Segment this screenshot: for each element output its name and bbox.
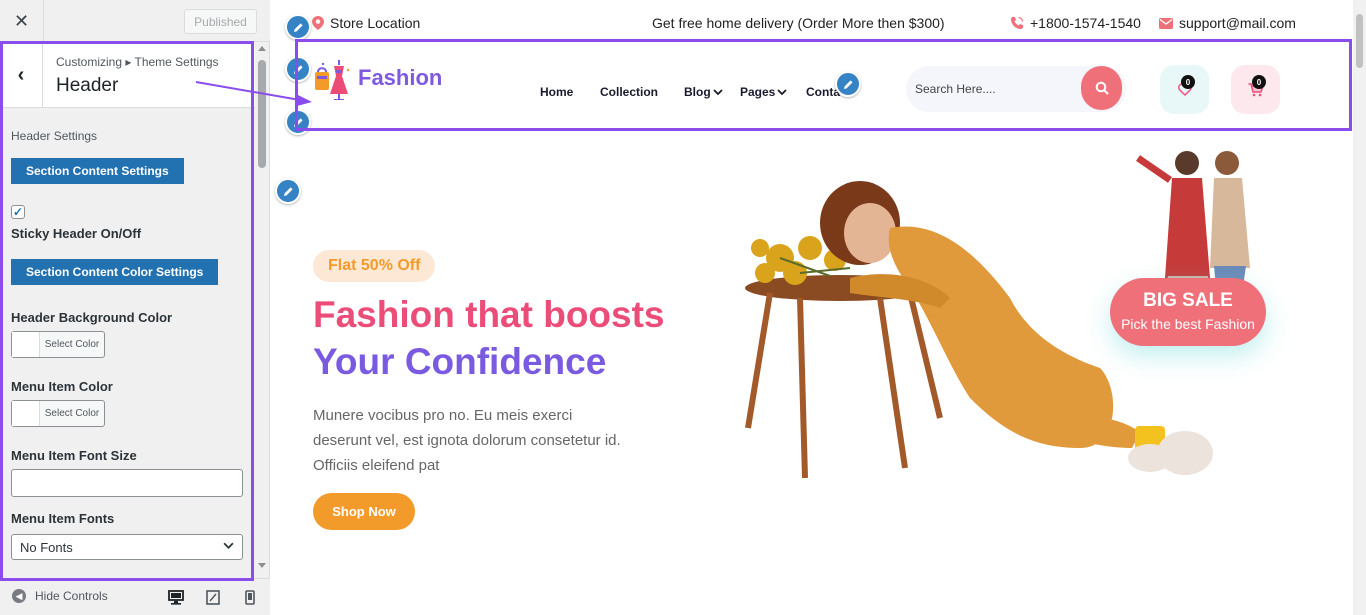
email-link[interactable]: support@mail.com [1159,15,1296,31]
section-heading: Header Settings [11,129,98,143]
preview-scrollbar[interactable] [1353,0,1366,615]
desktop-preview-icon[interactable] [166,587,186,607]
cart-count-badge: 0 [1252,75,1266,89]
sticky-header-checkbox[interactable]: ✓ [11,205,25,219]
chevron-down-icon [777,89,787,96]
shop-now-button[interactable]: Shop Now [313,493,415,530]
header-bg-color-label: Header Background Color [11,310,173,325]
menu-item-font-size-label: Menu Item Font Size [11,448,137,463]
customizer-footer: ◀ Hide Controls [0,578,270,615]
scroll-down-icon[interactable] [258,563,266,568]
promo-text: Get free home delivery (Order More then … [652,15,945,31]
cart-button[interactable]: 0 [1231,65,1280,114]
store-location-text: Store Location [330,15,421,31]
sticky-header-label: Sticky Header On/Off [11,226,142,241]
dress-logo-icon [315,60,350,100]
panel-title: Header [56,75,119,96]
discount-badge: Flat 50% Off [313,250,436,282]
menu-item-color-label: Menu Item Color [11,379,113,394]
back-chevron-icon[interactable]: ‹ [0,42,43,108]
big-sale-badge: BIG SALE Pick the best Fashion [1110,278,1266,346]
close-icon[interactable]: ✕ [0,0,44,42]
nav-pages[interactable]: Pages [740,85,787,99]
menu-item-fonts-select[interactable]: No Fonts [11,534,243,560]
big-sale-subtitle: Pick the best Fashion [1121,316,1255,332]
wishlist-button[interactable]: 0 [1160,65,1209,114]
chevron-down-icon [223,540,234,554]
nav-collection-label: Collection [600,85,659,99]
nav-pages-label: Pages [740,85,776,99]
search-input[interactable] [915,79,1075,99]
edit-shortcut-pencil-icon[interactable] [835,71,861,97]
edit-shortcut-pencil-icon[interactable] [285,109,311,135]
header-bg-color-picker[interactable]: Select Color [11,331,105,358]
phone-text: +1800-1574-1540 [1030,15,1141,31]
edit-shortcut-pencil-icon[interactable] [285,56,311,82]
select-value: No Fonts [20,539,73,555]
location-pin-icon [312,16,324,30]
scrollbar-thumb[interactable] [258,60,266,168]
search-icon [1095,81,1109,95]
store-location-link[interactable]: Store Location [312,15,420,31]
scroll-up-icon[interactable] [258,46,266,51]
select-color-label: Select Color [44,339,100,350]
panel-header: ‹ Customizing ▸ Theme Settings Header [0,42,255,108]
section-content-settings-button[interactable]: Section Content Settings [11,158,184,184]
mobile-preview-icon[interactable] [240,587,260,607]
menu-item-font-size-input[interactable] [11,469,243,497]
hide-controls-label: Hide Controls [35,589,108,603]
search-box [906,66,1126,112]
hide-controls-button[interactable]: ◀ Hide Controls [12,589,108,603]
top-info-bar: Store Location Get free home delivery (O… [270,0,1353,46]
section-content-color-settings-button[interactable]: Section Content Color Settings [11,259,219,285]
published-button[interactable]: Published [184,9,257,34]
nav-home-label: Home [540,85,574,99]
collapse-icon: ◀ [12,589,26,603]
nav-home[interactable]: Home [540,85,573,99]
breadcrumb: Customizing ▸ Theme Settings [56,55,219,69]
edit-shortcut-pencil-icon[interactable] [285,14,311,40]
nav-blog-label: Blog [684,85,711,99]
edit-shortcut-pencil-icon[interactable] [275,178,301,204]
color-swatch [12,401,40,426]
mail-icon [1159,17,1173,29]
search-button[interactable] [1081,66,1122,110]
email-text: support@mail.com [1179,15,1296,31]
hero-description: Munere vocibus pro no. Eu meis exerci de… [313,407,621,474]
big-sale-title: BIG SALE [1143,290,1233,311]
phone-icon [1011,16,1024,29]
phone-link[interactable]: +1800-1574-1540 [1010,15,1141,31]
customizer-sidebar: ✕ Published ‹ Customizing ▸ Theme Settin… [0,0,270,615]
nav-collection[interactable]: Collection [600,85,658,99]
hero-headline-line-1: Fashion that boosts [313,294,665,335]
select-color-label: Select Color [44,408,100,419]
chevron-down-icon [713,89,723,96]
site-header: Fashion Home Collection Blog Pages Conta… [296,48,1351,130]
color-swatch [12,332,40,357]
site-logo[interactable]: Fashion [312,56,442,100]
menu-item-fonts-label: Menu Item Fonts [11,511,115,526]
hero-headline-line-2: Your Confidence [313,341,607,382]
tablet-preview-icon[interactable] [203,587,223,607]
nav-blog[interactable]: Blog [684,85,723,99]
sidebar-scrollbar[interactable] [255,42,269,572]
logo-text: Fashion [358,65,443,90]
menu-item-color-picker[interactable]: Select Color [11,400,105,427]
wishlist-count-badge: 0 [1181,75,1195,89]
scrollbar-thumb[interactable] [1356,14,1363,68]
site-preview: Store Location Get free home delivery (O… [270,0,1353,615]
customizer-top-bar: ✕ Published [0,0,270,42]
header-settings-panel: ‹ Customizing ▸ Theme Settings Header He… [0,42,255,577]
